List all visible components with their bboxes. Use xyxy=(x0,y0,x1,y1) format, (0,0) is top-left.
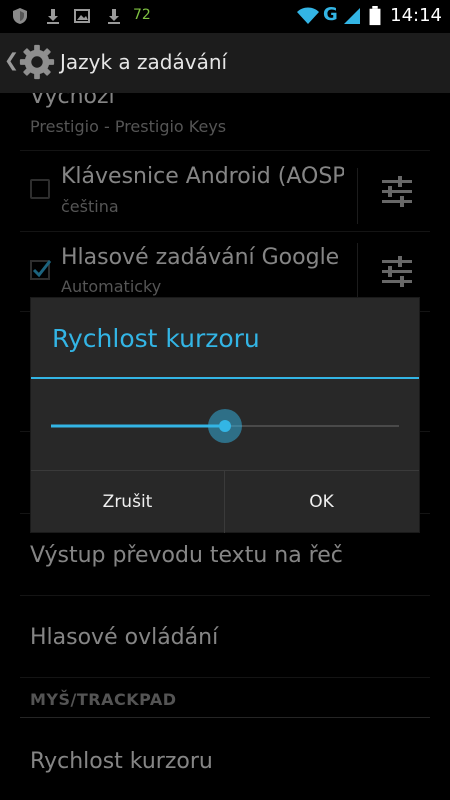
dialog-title-divider xyxy=(31,377,419,379)
image-icon xyxy=(74,9,90,23)
settings-gear-icon[interactable] xyxy=(18,43,56,81)
dialog-title: Rychlost kurzoru xyxy=(52,324,260,353)
network-type-label: G xyxy=(323,4,338,25)
action-bar: ❮ Jazyk a zadávání xyxy=(0,33,450,93)
download-icon-2 xyxy=(108,9,120,24)
cursor-speed-slider[interactable] xyxy=(51,408,399,444)
signal-icon xyxy=(344,8,360,24)
notification-count: 72 xyxy=(133,7,151,23)
shield-icon xyxy=(13,8,27,24)
wifi-icon xyxy=(297,7,319,24)
back-chevron-icon[interactable]: ❮ xyxy=(4,50,19,71)
ok-button[interactable]: OK xyxy=(225,471,418,533)
download-icon xyxy=(47,9,59,24)
page-title: Jazyk a zadávání xyxy=(60,50,228,74)
status-bar: 72 G 14:14 xyxy=(0,0,450,33)
slider-thumb[interactable] xyxy=(219,420,231,432)
cursor-speed-dialog: Rychlost kurzoru Zrušit OK xyxy=(31,298,419,533)
dialog-button-bar: Zrušit OK xyxy=(31,470,419,533)
battery-icon xyxy=(369,6,381,26)
clock: 14:14 xyxy=(390,5,442,26)
cancel-button[interactable]: Zrušit xyxy=(31,471,224,533)
